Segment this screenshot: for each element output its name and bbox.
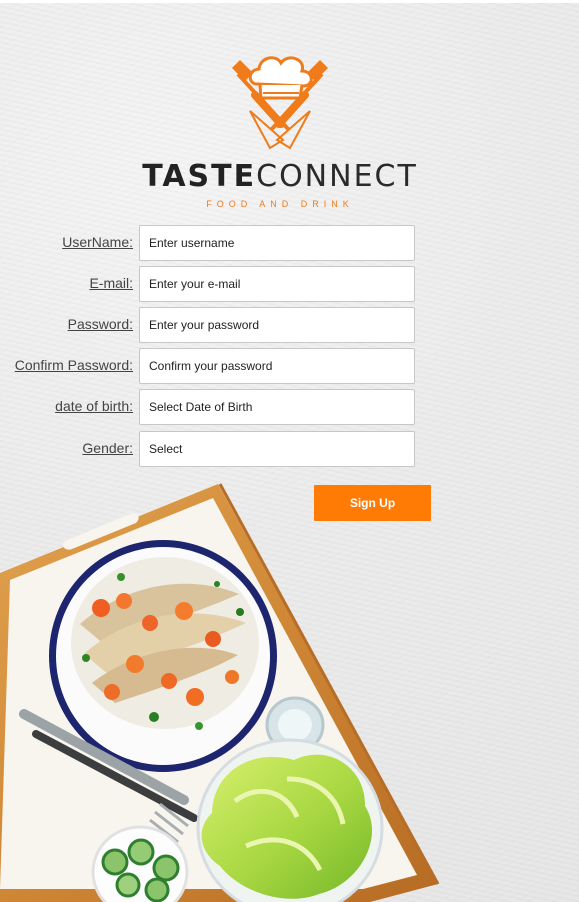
- password-label: Password:: [67, 316, 133, 332]
- gender-select[interactable]: Select: [139, 431, 415, 467]
- date-of-birth-row: date of birth: Select Date of Birth: [0, 389, 579, 427]
- email-row: E-mail: Enter your e-mail: [0, 266, 579, 304]
- chef-hat-crossed-knives-icon: [232, 56, 328, 150]
- username-row: UserName: Enter username: [0, 225, 579, 263]
- brand-tagline: FOOD AND DRINK: [206, 199, 354, 209]
- confirm-password-label: Confirm Password:: [14, 357, 133, 373]
- brand-name-part2: CONNECT: [256, 159, 418, 194]
- brand-logo: TASTECONNECT FOOD AND DRINK: [130, 50, 430, 215]
- confirm-password-row: Confirm Password: Confirm your password: [0, 348, 579, 386]
- email-input[interactable]: Enter your e-mail: [139, 266, 415, 302]
- top-border: [0, 0, 579, 3]
- date-of-birth-input[interactable]: Select Date of Birth: [139, 389, 415, 425]
- brand-wordmark: TASTECONNECT: [130, 162, 430, 192]
- email-label: E-mail:: [89, 275, 133, 291]
- gender-row: Gender: Select: [0, 431, 579, 469]
- food-tray-with-fish-salad-icon: [0, 483, 440, 902]
- confirm-password-input[interactable]: Confirm your password: [139, 348, 415, 384]
- brand-name-part1: TASTE: [142, 159, 257, 194]
- password-input[interactable]: Enter your password: [139, 307, 415, 343]
- password-row: Password: Enter your password: [0, 307, 579, 345]
- gender-label: Gender:: [82, 440, 133, 456]
- username-input[interactable]: Enter username: [139, 225, 415, 261]
- date-of-birth-label: date of birth:: [55, 398, 133, 414]
- username-label: UserName:: [62, 234, 133, 250]
